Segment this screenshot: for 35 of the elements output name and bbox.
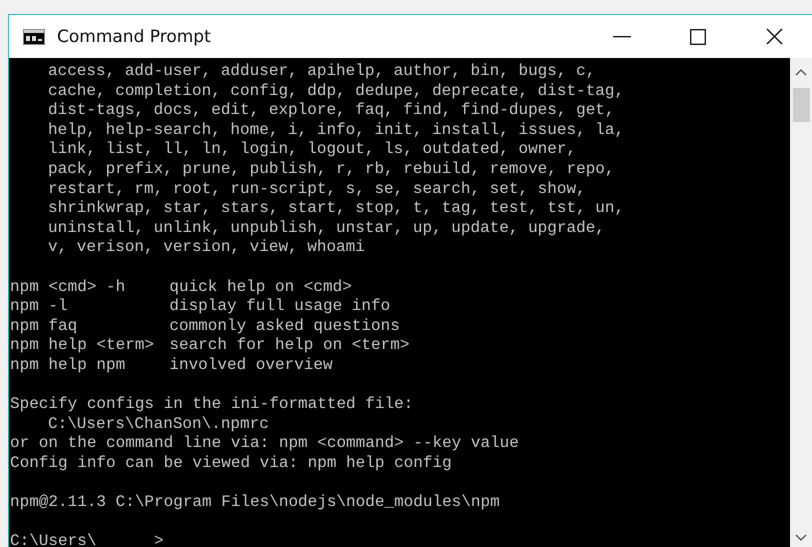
terminal-line: uninstall, unlink, unpublish, unstar, up, update, upgrade, [48,218,605,238]
terminal-line: shrinkwrap, star, stars, start, stop, t, tag, test, tst, un, [48,199,624,219]
terminal-description: commonly asked questions [169,316,400,336]
maximize-icon [690,28,706,44]
terminal-command: npm <cmd> -h [10,278,126,298]
terminal-line: restart, rm, root, run-script, s, se, search, set, show, [48,180,586,200]
scroll-up-icon[interactable] [795,68,807,76]
window-title: Command Prompt [57,26,211,46]
terminal-description: quick help on <cmd> [169,278,352,298]
scroll-down-icon[interactable] [795,534,807,542]
terminal-line: Config info can be viewed via: npm help config [10,454,452,474]
close-icon [766,28,782,45]
minimize-icon [613,36,631,38]
terminal-line: link, list, ll, ln, login, logout, ls, outdated, owner, [48,140,576,160]
terminal-line: dist-tags, docs, edit, explore, faq, find, find-dupes, get, [48,101,614,121]
terminal-command: npm help <term> [10,336,156,356]
scrollbar[interactable] [790,58,812,547]
terminal-command: npm faq [10,316,78,336]
terminal-line: C:\Users\ChanSon\.npmrc [48,414,269,434]
command-prompt: C:\Users\ > [10,532,164,547]
terminal-line: or on the command line via: npm <command> --key value [10,434,519,454]
terminal-command: npm -l [10,297,69,317]
scrollbar-thumb[interactable] [792,88,810,122]
terminal-line: access, add-user, adduser, apihelp, author, bin, bugs, c, [48,62,596,82]
terminal-command: npm help npm [10,356,126,376]
terminal-line: help, help-search, home, i, info, init, install, issues, la, [48,120,624,140]
terminal-icon [23,28,45,44]
terminal-line: v, verison, version, view, whoami [48,238,365,258]
terminal-line: pack, prefix, prune, publish, r, rb, rebuild, remove, repo, [48,160,614,180]
terminal-description: display full usage info [169,297,390,317]
terminal-line: npm@2.11.3 C:\Program Files\nodejs\node_modules\npm [10,493,500,513]
terminal-line: cache, completion, config, ddp, dedupe, deprecate, dist-tag, [48,82,624,102]
terminal-description: involved overview [169,356,333,376]
terminal-description: search for help on <term> [169,336,410,356]
terminal-line: Specify configs in the ini-formatted file: [10,395,414,415]
